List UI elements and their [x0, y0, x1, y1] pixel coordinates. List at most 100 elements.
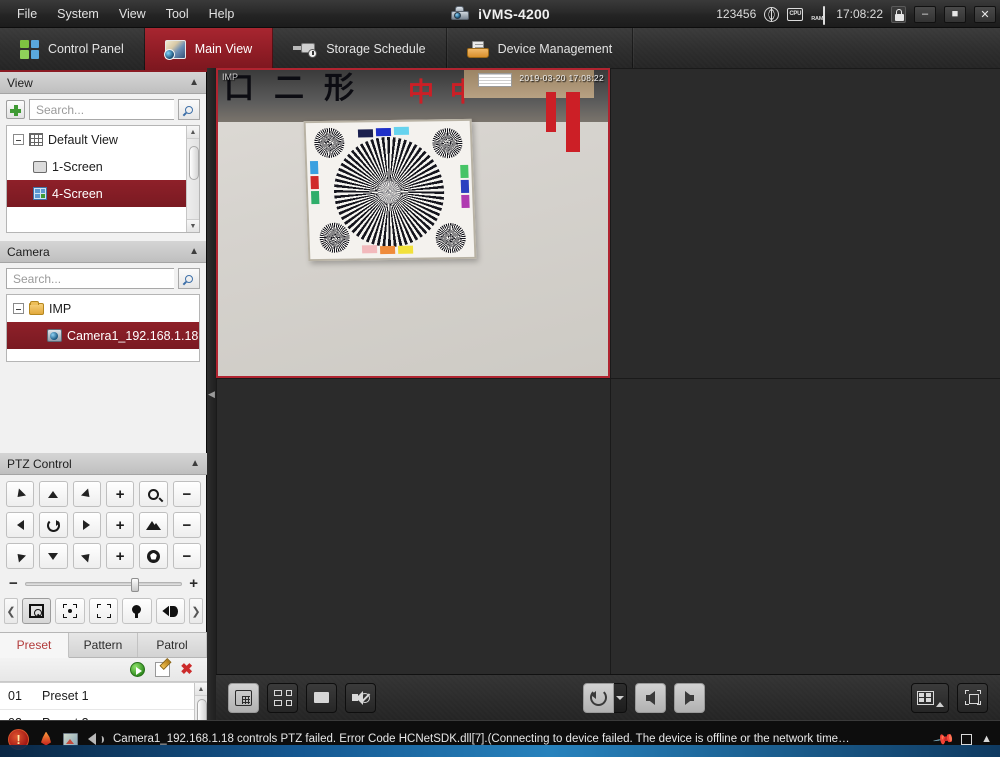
- slider-thumb[interactable]: [131, 577, 140, 592]
- tree-item-4-screen[interactable]: 4-Screen: [7, 180, 199, 207]
- chevron-left-icon[interactable]: ◀: [208, 389, 215, 400]
- chevron-up-icon[interactable]: ▲: [190, 458, 200, 469]
- view-panel-header[interactable]: View ▲: [0, 72, 206, 94]
- expander-icon[interactable]: [13, 134, 24, 145]
- light-button[interactable]: [122, 598, 152, 624]
- menu-item-system[interactable]: System: [48, 3, 108, 25]
- tab-pattern[interactable]: Pattern: [69, 633, 138, 657]
- scroll-up-icon[interactable]: ▲: [195, 683, 207, 696]
- view-tree[interactable]: Default View 1-Screen 4-Screen ▲ ▼: [6, 125, 200, 233]
- live-feed-1[interactable]: 口 二 形 中 中: [218, 70, 608, 376]
- expander-icon[interactable]: [13, 303, 24, 314]
- lock-icon[interactable]: [891, 5, 906, 23]
- menu-item-view[interactable]: View: [110, 3, 155, 25]
- iris-close-button[interactable]: −: [172, 543, 201, 569]
- video-cell-2[interactable]: [610, 68, 1000, 378]
- iris-open-button[interactable]: +: [106, 543, 135, 569]
- view-tree-scrollbar[interactable]: ▲ ▼: [186, 126, 199, 232]
- tab-storage-schedule[interactable]: Storage Schedule: [273, 28, 447, 70]
- maximize-button[interactable]: ■: [944, 5, 966, 23]
- focus-in-button[interactable]: +: [106, 512, 135, 538]
- ptz-up-button[interactable]: [39, 481, 68, 507]
- menu-item-tool[interactable]: Tool: [157, 3, 198, 25]
- camera-search-button[interactable]: [178, 268, 200, 289]
- chevron-up-icon[interactable]: ▲: [981, 733, 992, 745]
- tree-item-imp-group[interactable]: IMP: [7, 295, 199, 322]
- multi-capture-button[interactable]: [267, 682, 298, 713]
- tab-device-management[interactable]: Device Management: [447, 28, 634, 70]
- zoom-in-button[interactable]: +: [106, 481, 135, 507]
- wiper-button[interactable]: [155, 598, 186, 624]
- speed-decrease-icon[interactable]: −: [9, 576, 18, 591]
- minimize-button[interactable]: –: [914, 5, 936, 23]
- list-item[interactable]: 01 Preset 1: [0, 683, 207, 710]
- tree-item-camera1[interactable]: Camera1_192.168.1.18: [7, 322, 199, 349]
- capture-button[interactable]: [228, 682, 259, 713]
- ptz-down-button[interactable]: [39, 543, 68, 569]
- menu-item-help[interactable]: Help: [200, 3, 244, 25]
- menu-item-file[interactable]: File: [8, 3, 46, 25]
- tree-item-1-screen[interactable]: 1-Screen: [7, 153, 199, 180]
- ptz-speed-slider[interactable]: [24, 577, 183, 592]
- panel-splitter[interactable]: ◀: [207, 68, 216, 720]
- tab-preset[interactable]: Preset: [0, 633, 69, 658]
- video-cell-3[interactable]: [216, 378, 610, 674]
- ptz-up-left-button[interactable]: [6, 481, 35, 507]
- status-message: Camera1_192.168.1.18 controls PTZ failed…: [113, 733, 850, 745]
- ptz-auto-cycle-button[interactable]: [39, 512, 68, 538]
- sunburst-pattern: [332, 136, 446, 248]
- camera-tree[interactable]: IMP Camera1_192.168.1.18: [6, 294, 200, 362]
- chevron-right-icon[interactable]: ❯: [189, 598, 204, 624]
- start-all-live-view-button[interactable]: [582, 682, 614, 713]
- previous-page-button[interactable]: [634, 682, 666, 713]
- zoom-out-button[interactable]: −: [172, 481, 201, 507]
- delete-x-icon[interactable]: ✖: [180, 662, 193, 677]
- tab-control-panel[interactable]: Control Panel: [0, 28, 145, 70]
- view-search-button[interactable]: [178, 99, 200, 120]
- start-all-dropdown-button[interactable]: [613, 682, 627, 713]
- ptz-left-button[interactable]: [6, 512, 35, 538]
- tab-patrol[interactable]: Patrol: [138, 633, 207, 657]
- auto-scan-button[interactable]: [22, 598, 52, 624]
- edit-icon[interactable]: [155, 662, 171, 677]
- mute-button[interactable]: [345, 682, 376, 713]
- chevron-up-icon[interactable]: ▲: [189, 246, 199, 257]
- close-button[interactable]: ✕: [974, 5, 996, 23]
- ptz-down-left-button[interactable]: [6, 543, 35, 569]
- full-screen-button[interactable]: [957, 682, 988, 713]
- chevron-up-icon[interactable]: ▲: [189, 77, 199, 88]
- ptz-down-right-button[interactable]: [72, 543, 101, 569]
- globe-icon[interactable]: [764, 6, 780, 22]
- video-cell-4[interactable]: [610, 378, 1000, 674]
- video-cell-1[interactable]: 口 二 形 中 中: [216, 68, 610, 378]
- camera-panel-header[interactable]: Camera ▲: [0, 241, 206, 263]
- camera-search-input[interactable]: Search...: [6, 268, 174, 289]
- stop-all-button[interactable]: [306, 682, 337, 713]
- preset-label: Preset 1: [42, 689, 89, 703]
- focus-out-button[interactable]: −: [172, 512, 201, 538]
- scroll-up-icon[interactable]: ▲: [187, 126, 199, 139]
- plus-icon[interactable]: [6, 100, 25, 119]
- tab-main-view[interactable]: Main View: [144, 28, 274, 70]
- speed-increase-icon[interactable]: +: [189, 576, 198, 591]
- ptz-right-button[interactable]: [72, 512, 101, 538]
- view-search-input[interactable]: Search...: [29, 99, 174, 120]
- window-division-button[interactable]: [911, 682, 949, 713]
- ptz-up-right-button[interactable]: [72, 481, 101, 507]
- preset-point-button[interactable]: [55, 598, 85, 624]
- multi-capture-icon: [273, 689, 292, 706]
- scroll-down-icon[interactable]: ▼: [187, 219, 199, 232]
- arrow-down-left-icon: [14, 549, 27, 563]
- corner-star: [435, 222, 467, 254]
- chevron-down-icon: [615, 695, 624, 700]
- play-icon[interactable]: [130, 662, 146, 677]
- frame-zoom-button[interactable]: [88, 598, 119, 624]
- tree-item-default-view[interactable]: Default View: [7, 126, 199, 153]
- scroll-thumb[interactable]: [188, 146, 199, 180]
- panel-icon[interactable]: [961, 733, 973, 745]
- ptz-panel-header[interactable]: PTZ Control ▲: [0, 453, 207, 475]
- nav-tab-bar: Control Panel Main View Storage Schedule…: [0, 28, 1000, 72]
- focus-indicator: [139, 512, 168, 538]
- next-page-button[interactable]: [673, 682, 705, 713]
- chevron-left-icon[interactable]: ❮: [4, 598, 18, 624]
